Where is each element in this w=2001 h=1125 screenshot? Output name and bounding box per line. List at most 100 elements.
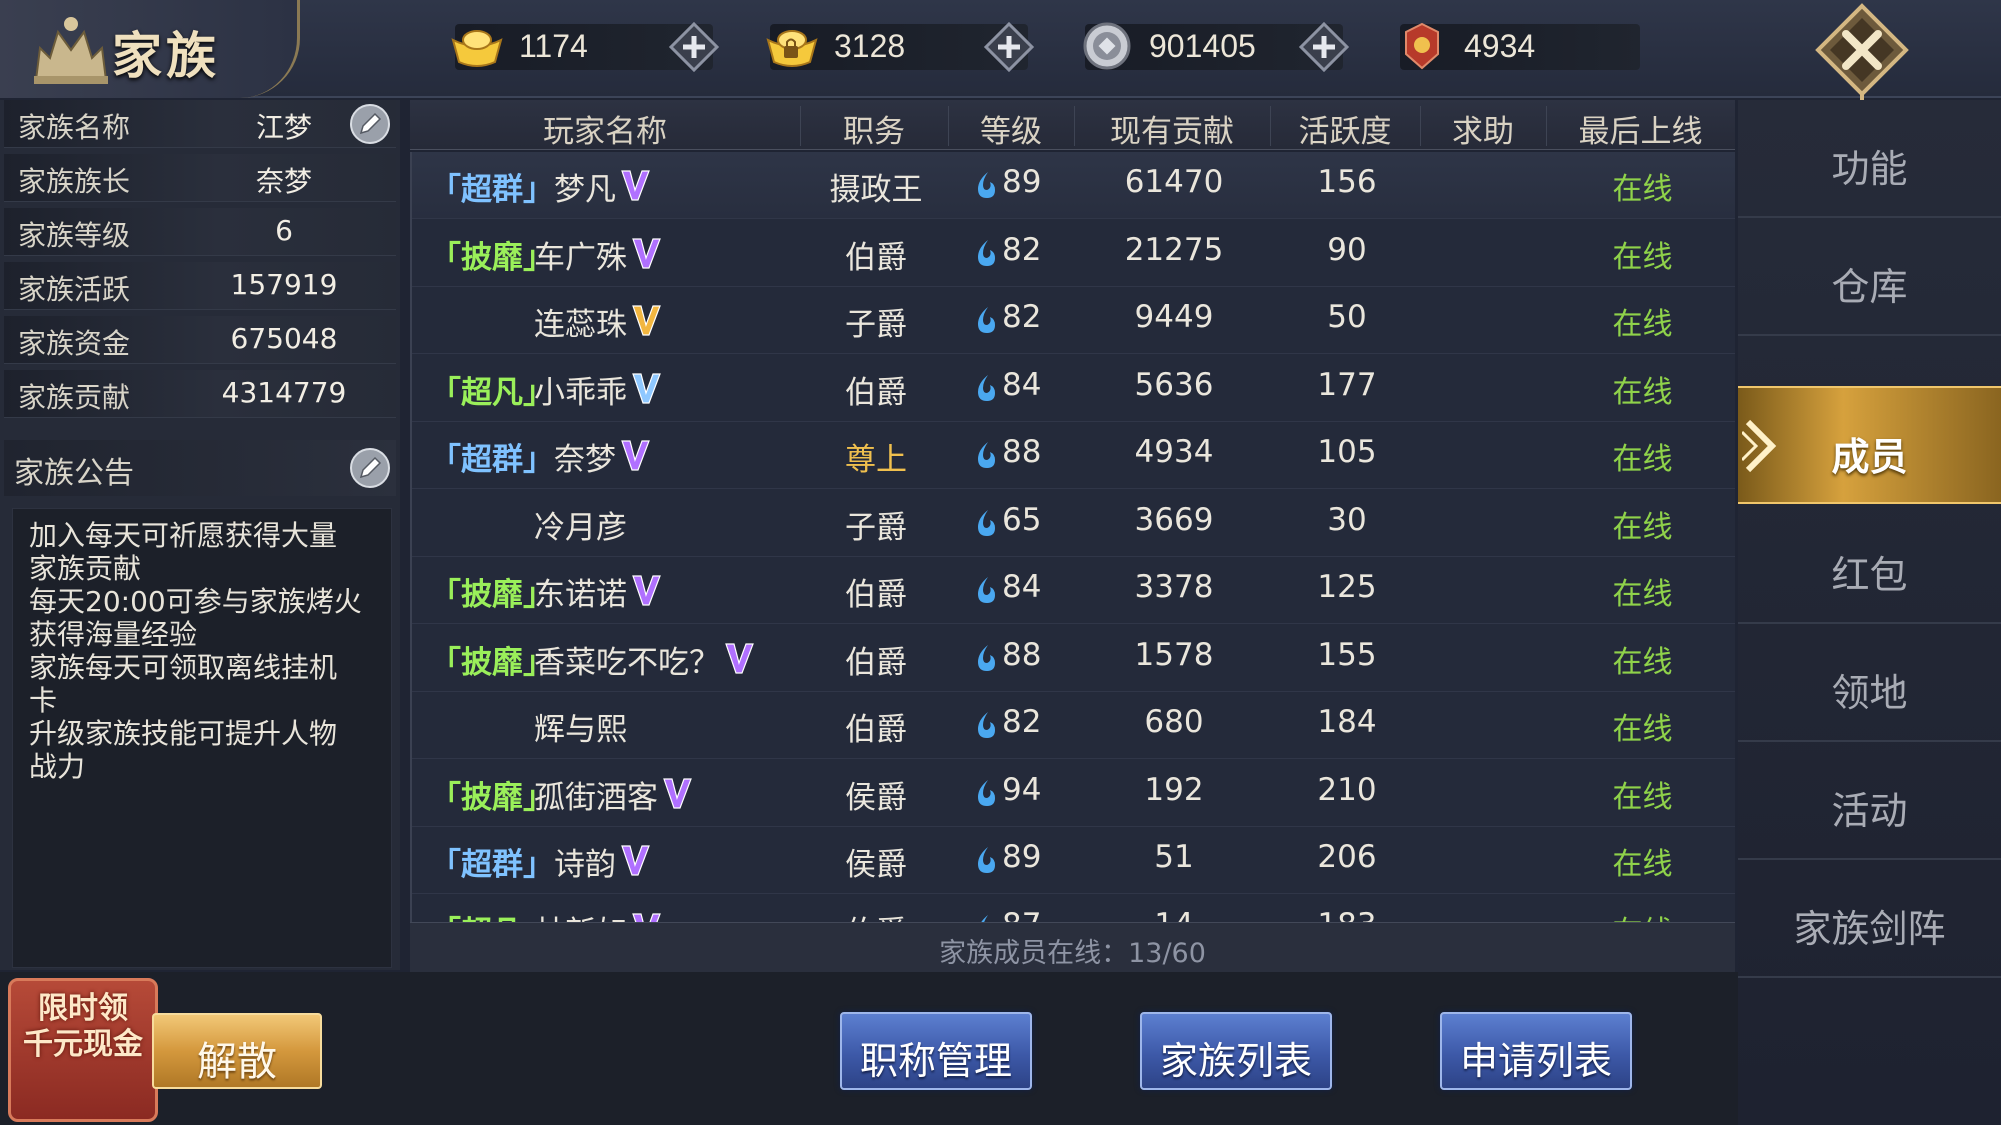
vip-badge-icon bbox=[632, 912, 661, 922]
player-activity: 184 bbox=[1317, 704, 1377, 740]
table-row[interactable]: 「披靡」 香菜吃不吃？ 伯爵 88 1578 155 在线 bbox=[412, 625, 1735, 692]
level-flame-icon bbox=[978, 172, 995, 198]
table-row[interactable]: 「超群」 诗韵 侯爵 89 51 206 在线 bbox=[412, 827, 1735, 894]
level-flame-icon bbox=[978, 307, 995, 333]
player-name: 诗韵 bbox=[554, 847, 616, 883]
notice-box: 加入每天可祈愿获得大量 家族贡献 每天20:00可参与家族烤火 获得海量经验 家… bbox=[12, 508, 392, 968]
table-row[interactable]: 「超凡」 小乖乖 伯爵 84 5636 177 在线 bbox=[412, 355, 1735, 422]
family-activity-label: 家族活跃 bbox=[18, 273, 131, 306]
player-contribution: 21275 bbox=[1124, 231, 1224, 268]
player-level: 82 bbox=[1002, 704, 1042, 740]
player-activity: 177 bbox=[1317, 366, 1377, 403]
player-contribution: 51 bbox=[1154, 839, 1194, 875]
player-contribution: 192 bbox=[1144, 771, 1204, 808]
family-level-value: 6 bbox=[275, 214, 293, 247]
table-row[interactable]: 「超凡」林新如伯爵 87 14183 在线 bbox=[412, 895, 1735, 923]
col-activity: 活跃度 bbox=[1298, 114, 1392, 150]
player-activity: 90 bbox=[1327, 231, 1367, 268]
player-last-online: 在线 bbox=[1612, 779, 1673, 815]
nav-red-packet[interactable]: 红包 bbox=[1738, 506, 2001, 624]
vip-badge-icon bbox=[621, 845, 650, 876]
nav-warehouse-label: 仓库 bbox=[1831, 265, 1908, 309]
player-name: 梦凡 bbox=[554, 172, 616, 208]
nav-events[interactable]: 活动 bbox=[1738, 742, 2001, 860]
player-name: 东诺诺 bbox=[534, 577, 627, 613]
player-position: 子爵 bbox=[845, 307, 907, 343]
player-name: 小乖乖 bbox=[534, 374, 627, 411]
gold-ingot-value: 1174 bbox=[519, 28, 588, 64]
vip-badge-icon bbox=[632, 575, 661, 606]
table-row[interactable]: 连蕊珠 子爵 82 9449 50 在线 bbox=[412, 287, 1735, 354]
honor-token-value: 4934 bbox=[1464, 28, 1536, 64]
apply-list-label: 申请列表 bbox=[1459, 1039, 1612, 1083]
player-position: 伯爵 bbox=[845, 577, 907, 613]
add-bound-gold-icon[interactable] bbox=[982, 20, 1036, 74]
player-last-online: 在线 bbox=[1612, 577, 1673, 612]
nav-territory-label: 领地 bbox=[1831, 671, 1908, 715]
gold-ingot-icon bbox=[451, 30, 503, 67]
family-level-row: 家族等级 6 bbox=[4, 208, 396, 256]
table-row[interactable]: 「披靡」 孤街酒客 侯爵 94 192 210 在线 bbox=[412, 760, 1735, 827]
family-info-panel: 家族名称 江梦 家族族长 奈梦 家族等级 6 家族活跃 157919 家族资金 … bbox=[0, 100, 400, 970]
nav-events-label: 活动 bbox=[1831, 789, 1908, 833]
vip-badge-icon bbox=[725, 642, 754, 674]
table-row[interactable]: 「披靡」 车广殊 伯爵 82 21275 90 在线 bbox=[412, 220, 1735, 287]
nav-members[interactable]: 成员 bbox=[1738, 386, 2001, 504]
level-flame-icon bbox=[978, 644, 995, 671]
family-leader-row: 家族族长 奈梦 bbox=[4, 154, 396, 202]
close-icon[interactable] bbox=[1808, 2, 1916, 112]
online-count-text: 家族成员在线：13/60 bbox=[939, 938, 1206, 969]
silver-coin-counter: 901405 bbox=[1083, 21, 1350, 73]
nav-territory[interactable]: 领地 bbox=[1738, 624, 2001, 742]
level-flame-icon bbox=[978, 239, 995, 266]
dissolve-button[interactable]: 解散 bbox=[152, 1013, 322, 1089]
player-contribution: 1578 bbox=[1134, 636, 1214, 673]
nav-warehouse[interactable]: 仓库 bbox=[1738, 218, 2001, 336]
player-position: 伯爵 bbox=[802, 907, 950, 923]
level-flame-icon bbox=[978, 374, 995, 401]
player-activity: 50 bbox=[1327, 299, 1367, 335]
apply-list-button[interactable]: 申请列表 bbox=[1440, 1012, 1632, 1090]
player-name-cell: 「超群」 奈梦 bbox=[412, 422, 812, 489]
player-name: 车广殊 bbox=[534, 239, 627, 276]
honor-token-counter: 4934 bbox=[1400, 22, 1640, 70]
table-row[interactable]: 「超群」 奈梦 尊上 88 4934 105 在线 bbox=[412, 422, 1735, 489]
player-position: 摄政王 bbox=[829, 172, 923, 208]
add-silver-icon[interactable] bbox=[1297, 20, 1351, 74]
player-activity: 210 bbox=[1317, 771, 1377, 808]
table-row[interactable]: 辉与熙 伯爵 82 680 184 在线 bbox=[412, 692, 1735, 759]
notice-header: 家族公告 bbox=[4, 440, 396, 496]
add-gold-icon[interactable] bbox=[667, 20, 721, 74]
family-contribution-label: 家族贡献 bbox=[18, 381, 131, 414]
player-position: 伯爵 bbox=[845, 712, 907, 748]
edit-name-icon[interactable] bbox=[348, 102, 392, 146]
family-contribution-row: 家族贡献 4314779 bbox=[4, 370, 396, 418]
player-position: 伯爵 bbox=[845, 644, 907, 681]
family-name-label: 家族名称 bbox=[18, 111, 131, 144]
table-row[interactable]: 「超群」 梦凡 摄政王 89 61470 156 在线 bbox=[412, 152, 1735, 219]
family-list-button[interactable]: 家族列表 bbox=[1140, 1012, 1332, 1090]
nav-sword-formation[interactable]: 家族剑阵 bbox=[1738, 860, 2001, 978]
level-flame-icon bbox=[981, 914, 988, 922]
edit-notice-icon[interactable] bbox=[348, 446, 392, 490]
title-manage-button[interactable]: 职称管理 bbox=[840, 1012, 1032, 1090]
title-manage-label: 职称管理 bbox=[859, 1039, 1012, 1083]
dissolve-label: 解散 bbox=[197, 1039, 277, 1085]
cash-promo-button[interactable]: 限时领 千元现金 bbox=[8, 978, 158, 1122]
player-contribution: 4934 bbox=[1134, 434, 1214, 470]
page-title: 家族 bbox=[112, 26, 220, 85]
nav-sword-formation-label: 家族剑阵 bbox=[1793, 907, 1946, 951]
vip-badge-icon bbox=[632, 305, 661, 336]
bound-gold-ingot-icon bbox=[766, 30, 818, 67]
player-name: 孤街酒客 bbox=[534, 779, 658, 816]
player-name-cell: 「披靡」 孤街酒客 bbox=[412, 760, 812, 827]
player-level: 65 bbox=[1002, 501, 1042, 538]
player-activity: 156 bbox=[1317, 164, 1377, 200]
table-row[interactable]: 「披靡」 东诺诺 伯爵 84 3378 125 在线 bbox=[412, 557, 1735, 624]
gold-ingot-counter: 1174 bbox=[451, 21, 720, 73]
table-row[interactable]: 冷月彦 子爵 65 3669 30 在线 bbox=[412, 490, 1735, 557]
family-funds-label: 家族资金 bbox=[18, 327, 131, 360]
player-activity: 125 bbox=[1317, 569, 1377, 605]
nav-function[interactable]: 功能 bbox=[1738, 100, 2001, 218]
player-level: 88 bbox=[1002, 636, 1042, 673]
